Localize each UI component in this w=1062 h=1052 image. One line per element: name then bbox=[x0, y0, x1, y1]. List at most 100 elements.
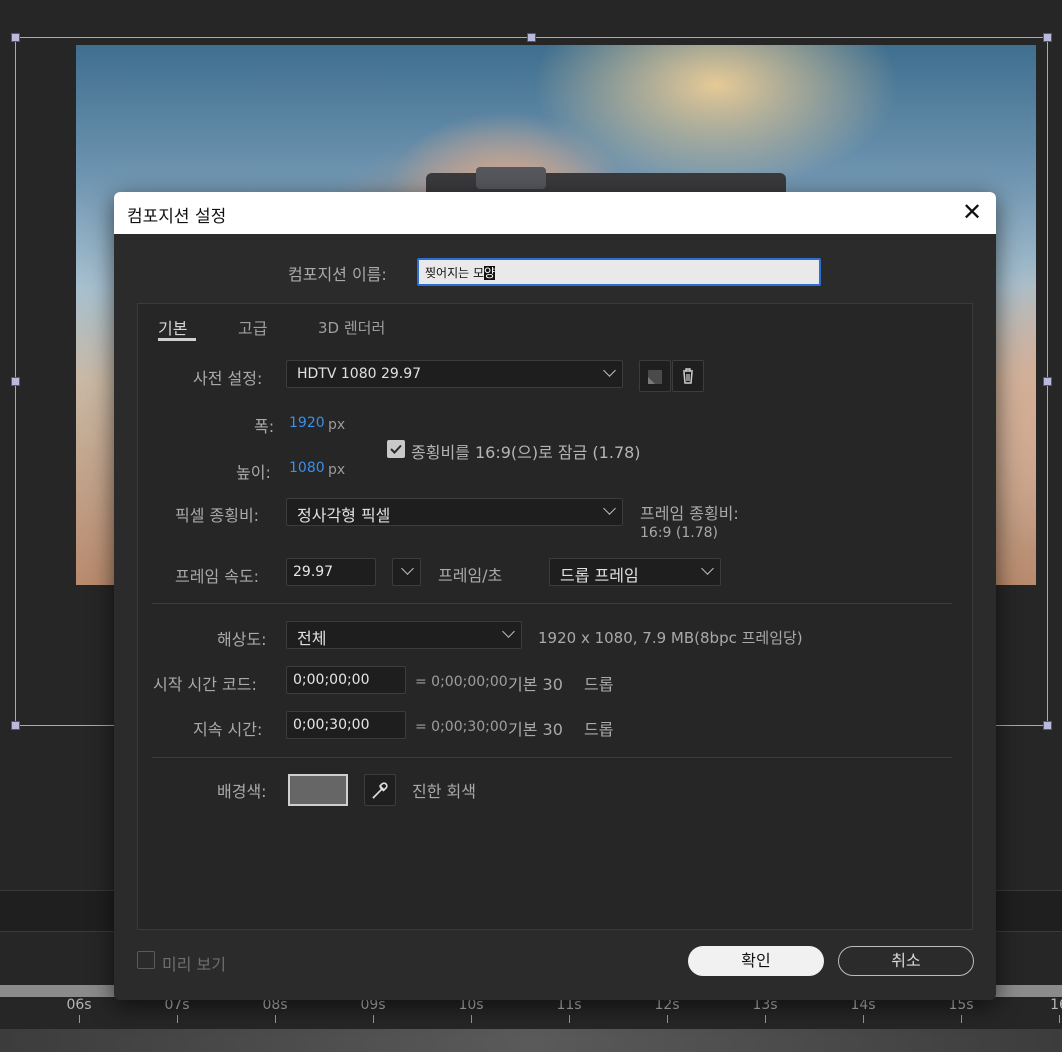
preset-dropdown[interactable]: HDTV 1080 29.97 bbox=[286, 360, 623, 388]
pixel-aspect-dropdown[interactable]: 정사각형 픽셀 bbox=[286, 498, 623, 526]
height-value[interactable]: 1080 bbox=[289, 460, 325, 476]
time-ruler[interactable]: 06s 07s 08s 09s 10s 11s 12s 13s 14s 15s 16 bbox=[0, 997, 1062, 1029]
section-divider bbox=[152, 757, 952, 758]
resolution-label: 해상도: bbox=[217, 630, 267, 649]
start-timecode-input[interactable]: 0;00;00;00 bbox=[286, 666, 406, 694]
ruler-tick-mark bbox=[176, 1015, 178, 1023]
resolution-dropdown[interactable]: 전체 bbox=[286, 621, 522, 649]
drop-frame-value: 드롭 프레임 bbox=[560, 566, 639, 585]
ruler-tick-label: 07s bbox=[157, 997, 197, 1023]
chevron-down-icon bbox=[603, 364, 616, 377]
transform-handle-top-right[interactable] bbox=[1043, 33, 1052, 42]
pixel-aspect-value: 정사각형 픽셀 bbox=[297, 506, 391, 525]
width-value[interactable]: 1920 bbox=[289, 415, 325, 431]
close-icon[interactable]: ✕ bbox=[958, 198, 986, 226]
ruler-tick-label: 08s bbox=[255, 997, 295, 1023]
section-divider bbox=[152, 603, 952, 604]
work-area-bar[interactable] bbox=[0, 1029, 1062, 1052]
ok-button[interactable]: 확인 bbox=[688, 946, 824, 976]
frame-rate-dropdown[interactable] bbox=[392, 558, 421, 586]
transform-handle-middle-right[interactable] bbox=[1043, 377, 1052, 386]
preset-label: 사전 설정: bbox=[193, 369, 263, 388]
ruler-tick-label: 12s bbox=[647, 997, 687, 1023]
transform-handle-middle-left[interactable] bbox=[11, 377, 20, 386]
preset-value: HDTV 1080 29.97 bbox=[297, 366, 422, 382]
eyedropper-button[interactable] bbox=[364, 774, 396, 806]
ruler-tick-mark bbox=[960, 1015, 962, 1023]
preview-checkbox[interactable] bbox=[137, 951, 155, 969]
ruler-tick-mark bbox=[372, 1015, 374, 1023]
cancel-button[interactable]: 취소 bbox=[838, 946, 974, 976]
frame-rate-input[interactable]: 29.97 bbox=[286, 558, 376, 586]
ruler-tick-label: 09s bbox=[353, 997, 393, 1023]
ruler-tick-label: 10s bbox=[451, 997, 491, 1023]
tab-advanced[interactable]: 고급 bbox=[238, 315, 267, 339]
ruler-tick-label: 13s bbox=[745, 997, 785, 1023]
frame-rate-unit: 프레임/초 bbox=[438, 566, 503, 585]
start-timecode-drop: 드롭 bbox=[584, 675, 614, 694]
ruler-tick-mark bbox=[1058, 1015, 1060, 1023]
dialog-title: 컴포지션 설정 bbox=[127, 207, 227, 227]
save-preset-button[interactable] bbox=[639, 360, 671, 392]
ruler-tick-mark bbox=[470, 1015, 472, 1023]
bg-color-label: 배경색: bbox=[217, 782, 267, 801]
chevron-down-icon bbox=[401, 562, 414, 575]
lock-aspect-label: 종횡비를 16:9(으)로 잠금 (1.78) bbox=[411, 443, 641, 462]
start-timecode-value: 0;00;00;00 bbox=[293, 672, 370, 688]
width-label: 폭: bbox=[254, 417, 275, 436]
ruler-tick-mark bbox=[78, 1015, 80, 1023]
chevron-down-icon bbox=[701, 562, 714, 575]
settings-panel bbox=[137, 303, 973, 930]
ruler-tick-mark bbox=[862, 1015, 864, 1023]
duration-value: 0;00;30;00 bbox=[293, 717, 370, 733]
transform-handle-top-left[interactable] bbox=[11, 33, 20, 42]
delete-preset-button[interactable] bbox=[672, 360, 704, 392]
width-unit: px bbox=[328, 417, 346, 433]
ruler-tick-label: 06s bbox=[59, 997, 99, 1023]
bg-color-name: 진한 회색 bbox=[412, 782, 476, 801]
duration-base: 기본 30 bbox=[508, 720, 563, 739]
dialog-titlebar: 컴포지션 설정 ✕ bbox=[114, 192, 996, 234]
comp-name-input[interactable]: 찢어지는 모양 bbox=[417, 258, 821, 286]
start-timecode-info: = 0;00;00;00 bbox=[415, 674, 508, 690]
eyedropper-icon bbox=[372, 782, 388, 799]
comp-name-text: 찢어지는 모 bbox=[425, 266, 485, 280]
transform-handle-bottom-left[interactable] bbox=[11, 721, 20, 730]
ruler-tick-label: 11s bbox=[549, 997, 589, 1023]
trash-icon bbox=[683, 368, 693, 384]
save-preset-icon bbox=[648, 370, 662, 384]
height-unit: px bbox=[328, 462, 346, 478]
tab-3d-renderer[interactable]: 3D 렌더러 bbox=[318, 317, 385, 338]
resolution-value: 전체 bbox=[297, 629, 327, 648]
resolution-info: 1920 x 1080, 7.9 MB(8bpc 프레임당) bbox=[538, 629, 803, 647]
frame-aspect-label: 프레임 종횡비: bbox=[640, 504, 739, 523]
preview-label: 미리 보기 bbox=[162, 955, 226, 974]
ruler-tick-mark bbox=[666, 1015, 668, 1023]
ruler-tick-label: 14s bbox=[843, 997, 883, 1023]
frame-rate-value: 29.97 bbox=[293, 564, 334, 580]
ruler-tick-label: 16 bbox=[1039, 997, 1062, 1023]
start-timecode-label: 시작 시간 코드: bbox=[153, 675, 257, 694]
ruler-tick-mark bbox=[764, 1015, 766, 1023]
bg-color-swatch[interactable] bbox=[288, 774, 348, 806]
duration-drop: 드롭 bbox=[584, 720, 614, 739]
comp-name-label: 컴포지션 이름: bbox=[288, 265, 387, 284]
duration-input[interactable]: 0;00;30;00 bbox=[286, 711, 406, 739]
duration-label: 지속 시간: bbox=[193, 720, 263, 739]
lock-aspect-checkbox[interactable] bbox=[387, 440, 405, 458]
frame-aspect-value: 16:9 (1.78) bbox=[640, 525, 718, 541]
transform-handle-bottom-right[interactable] bbox=[1043, 721, 1052, 730]
height-label: 높이: bbox=[236, 463, 271, 482]
tab-basic[interactable]: 기본 bbox=[158, 315, 187, 339]
drop-frame-dropdown[interactable]: 드롭 프레임 bbox=[549, 558, 721, 586]
comp-name-selected-text: 양 bbox=[484, 266, 496, 280]
start-timecode-base: 기본 30 bbox=[508, 675, 563, 694]
tab-active-underline bbox=[158, 338, 196, 341]
transform-handle-top-center[interactable] bbox=[527, 33, 536, 42]
ruler-tick-label: 15s bbox=[941, 997, 981, 1023]
chevron-down-icon bbox=[603, 502, 616, 515]
chevron-down-icon bbox=[502, 625, 515, 638]
composition-settings-dialog: 컴포지션 설정 ✕ 컴포지션 이름: 찢어지는 모양 기본 고급 3D 렌더러 … bbox=[114, 192, 996, 1000]
pixel-aspect-label: 픽셀 종횡비: bbox=[175, 506, 260, 525]
ruler-tick-mark bbox=[568, 1015, 570, 1023]
